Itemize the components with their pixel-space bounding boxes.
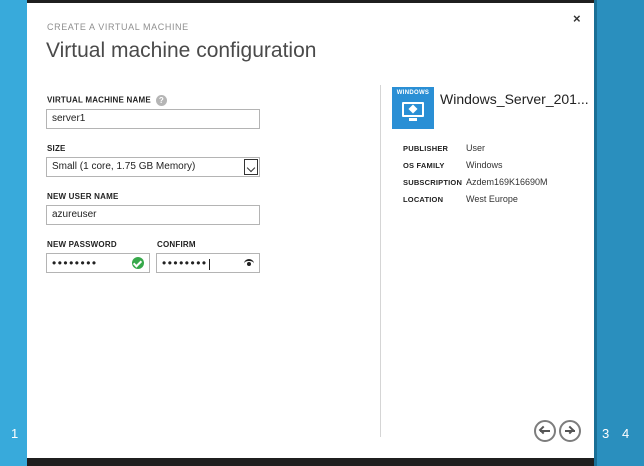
confirm-value: ••••••••	[162, 256, 208, 270]
subscription-label: SUBSCRIPTION	[403, 178, 463, 187]
page-title: Virtual machine configuration	[46, 39, 317, 62]
publisher-value: User	[466, 143, 486, 153]
password-value: ••••••••	[52, 256, 98, 270]
wizard-kicker: CREATE A VIRTUAL MACHINE	[47, 22, 189, 32]
publisher-label: PUBLISHER	[403, 144, 449, 153]
right-step-rail	[594, 0, 644, 466]
size-select[interactable]: Small (1 core, 1.75 GB Memory)	[46, 157, 260, 177]
wizard-dialog: CREATE A VIRTUAL MACHINE Virtual machine…	[27, 3, 594, 458]
previous-button[interactable]	[534, 420, 556, 442]
step-4[interactable]: 4	[622, 426, 629, 441]
password-label: NEW PASSWORD	[47, 240, 117, 249]
rail-divider	[594, 0, 597, 466]
size-selected-value: Small (1 core, 1.75 GB Memory)	[52, 161, 196, 172]
location-value: West Europe	[466, 194, 518, 204]
panel-divider	[380, 85, 381, 437]
next-button[interactable]	[559, 420, 581, 442]
size-label: SIZE	[47, 144, 66, 153]
os-image-tile: WINDOWS	[392, 87, 434, 129]
close-icon[interactable]: ×	[573, 11, 581, 26]
confirm-password-input[interactable]: ••••••••	[156, 253, 260, 273]
user-name-label: NEW USER NAME	[47, 192, 119, 201]
vm-name-label: VIRTUAL MACHINE NAME?	[47, 95, 167, 106]
help-icon[interactable]: ?	[155, 95, 167, 106]
confirm-label: CONFIRM	[157, 240, 196, 249]
user-name-input[interactable]: azureuser	[46, 205, 260, 225]
vm-name-label-text: VIRTUAL MACHINE NAME	[47, 95, 151, 105]
location-label: LOCATION	[403, 195, 444, 204]
vm-name-input[interactable]: server1	[46, 109, 260, 129]
os-family-value: Windows	[466, 160, 503, 170]
chevron-down-icon[interactable]	[244, 159, 258, 175]
os-family-label: OS FAMILY	[403, 161, 445, 170]
subscription-value: Azdem169K16690M	[466, 177, 548, 187]
text-caret	[208, 258, 210, 270]
check-circle-icon	[132, 257, 144, 269]
tile-label: WINDOWS	[396, 90, 430, 96]
monitor-icon	[402, 102, 424, 122]
step-3[interactable]: 3	[602, 426, 609, 441]
image-name: Windows_Server_201...	[440, 91, 589, 107]
eye-icon[interactable]	[244, 259, 254, 267]
password-input[interactable]: ••••••••	[46, 253, 150, 273]
step-1[interactable]: 1	[11, 426, 18, 441]
left-step-rail: 1	[0, 0, 27, 466]
